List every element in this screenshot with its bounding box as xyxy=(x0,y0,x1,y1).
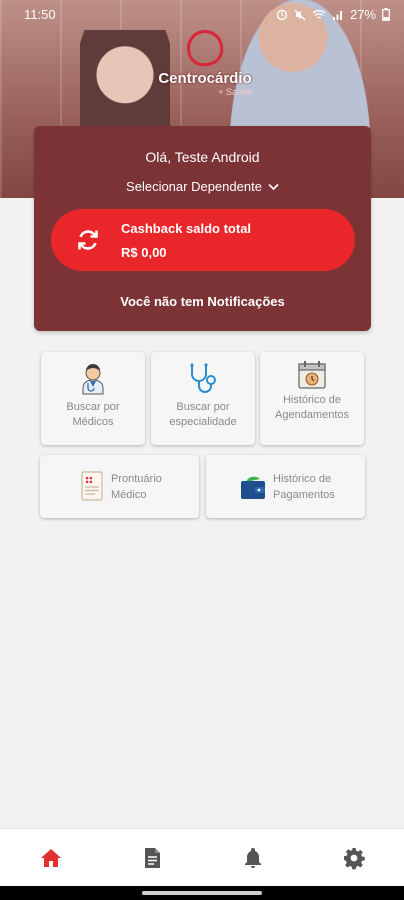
gesture-bar xyxy=(0,886,404,900)
tile-payment-history[interactable]: Histórico de Pagamentos xyxy=(206,455,365,518)
status-time: 11:50 xyxy=(24,7,56,22)
brand-logo: Centrocárdio + Saúde xyxy=(150,27,260,110)
cashback-label: Cashback saldo total xyxy=(121,221,252,236)
battery-percent: 27% xyxy=(349,7,376,22)
wallet-icon xyxy=(241,476,265,499)
tile-label-line2: especialidade xyxy=(169,416,237,428)
home-icon[interactable] xyxy=(39,846,63,870)
cashback-button[interactable]: Cashback saldo total R$ 0,00 xyxy=(51,209,355,271)
tile-label-line1: Histórico de xyxy=(273,473,332,485)
notifications-text[interactable]: Você não tem Notificações xyxy=(34,294,371,309)
alarm-icon xyxy=(276,9,288,20)
bottom-navigation xyxy=(0,828,404,886)
select-dependent-dropdown[interactable]: Selecionar Dependente xyxy=(34,179,371,194)
tile-label-line1: Buscar por xyxy=(66,401,120,413)
status-icons: 27% xyxy=(276,7,390,22)
brand-name: Centrocárdio xyxy=(158,70,252,87)
tile-appointment-history[interactable]: Histórico de Agendamentos xyxy=(260,352,364,445)
tile-label-line1: Prontuário xyxy=(111,473,162,485)
home-gesture-handle[interactable] xyxy=(142,891,262,895)
tile-label-line1: Buscar por xyxy=(176,401,230,413)
chevron-down-icon xyxy=(268,183,279,190)
stethoscope-icon xyxy=(190,363,216,393)
battery-icon xyxy=(382,8,390,21)
doctor-icon xyxy=(82,364,104,395)
tile-medical-record[interactable]: Prontuário Médico xyxy=(40,455,199,518)
wifi-icon xyxy=(312,9,326,19)
status-bar: 11:50 27% xyxy=(0,0,404,28)
refresh-icon xyxy=(78,230,98,250)
select-dependent-label: Selecionar Dependente xyxy=(126,179,262,194)
greeting-text: Olá, Teste Android xyxy=(145,149,260,165)
cashback-value: R$ 0,00 xyxy=(121,245,167,260)
tile-label-line2: Médico xyxy=(111,489,147,501)
tile-label-line2: Médicos xyxy=(72,416,114,428)
brand-tagline: + Saúde xyxy=(218,87,252,97)
tile-label-line2: Pagamentos xyxy=(273,489,335,501)
user-summary-card: Olá, Teste Android Selecionar Dependente… xyxy=(34,126,371,331)
tile-label-line2: Agendamentos xyxy=(275,409,349,421)
heart-logo-icon xyxy=(184,27,226,69)
document-icon[interactable] xyxy=(140,846,164,870)
tile-search-specialty[interactable]: Buscar por especialidade xyxy=(151,352,255,445)
medical-record-icon xyxy=(81,471,103,501)
bell-icon[interactable] xyxy=(241,846,265,870)
mute-icon xyxy=(294,9,306,20)
gear-icon[interactable] xyxy=(342,846,366,870)
tile-search-doctors[interactable]: Buscar por Médicos xyxy=(41,352,145,445)
signal-icon xyxy=(332,10,342,20)
tile-label-line1: Histórico de xyxy=(282,394,342,406)
calendar-icon xyxy=(298,361,326,389)
